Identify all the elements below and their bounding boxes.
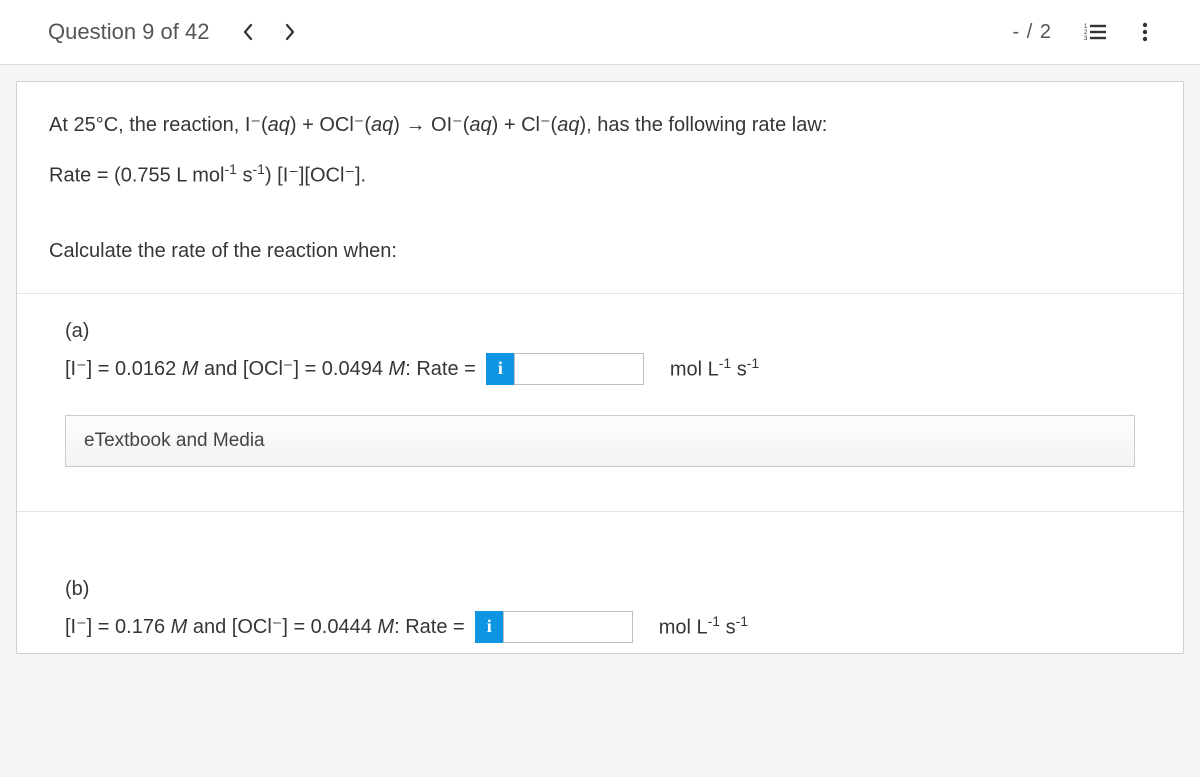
more-vertical-icon	[1142, 22, 1148, 42]
question-title: Question 9 of 42	[48, 19, 209, 45]
score-display: - / 2	[1013, 21, 1052, 44]
list-icon: 1 2 3	[1084, 22, 1106, 42]
question-card: At 25°C, the reaction, I⁻(aq) + OCl⁻(aq)…	[16, 81, 1184, 654]
header-right: - / 2 1 2 3	[1013, 18, 1152, 46]
part-b-unit: mol L-1 s-1	[659, 613, 748, 640]
chevron-right-icon	[283, 23, 297, 41]
part-b: (b) [I⁻] = 0.176 M and [OCl⁻] = 0.0444 M…	[49, 552, 1151, 653]
rate-law: Rate = (0.755 L mol-1 s-1) [I⁻][OCl⁻].	[49, 159, 1151, 192]
info-icon[interactable]: i	[486, 353, 514, 385]
part-a-answer-input[interactable]	[514, 353, 644, 385]
content-area: At 25°C, the reaction, I⁻(aq) + OCl⁻(aq)…	[0, 65, 1200, 670]
next-question-button[interactable]	[279, 19, 301, 45]
info-icon[interactable]: i	[475, 611, 503, 643]
nav-arrows	[237, 19, 301, 45]
calculate-prompt: Calculate the rate of the reaction when:	[49, 240, 1151, 263]
chevron-left-icon	[241, 23, 255, 41]
reaction-description: At 25°C, the reaction, I⁻(aq) + OCl⁻(aq)…	[49, 110, 1151, 141]
svg-text:3: 3	[1084, 36, 1088, 42]
more-options-button[interactable]	[1138, 18, 1152, 46]
question-header: Question 9 of 42 - / 2 1 2 3	[0, 0, 1200, 65]
divider	[17, 511, 1183, 512]
part-a-label: (a)	[65, 320, 1135, 343]
header-left: Question 9 of 42	[48, 19, 301, 45]
part-b-row: [I⁻] = 0.176 M and [OCl⁻] = 0.0444 M: Ra…	[65, 611, 1135, 643]
prev-question-button[interactable]	[237, 19, 259, 45]
part-b-label: (b)	[65, 578, 1135, 601]
question-list-button[interactable]: 1 2 3	[1080, 18, 1110, 46]
part-a-text: [I⁻] = 0.0162 M and [OCl⁻] = 0.0494 M: R…	[65, 356, 476, 381]
part-b-text: [I⁻] = 0.176 M and [OCl⁻] = 0.0444 M: Ra…	[65, 614, 465, 639]
part-a: (a) [I⁻] = 0.0162 M and [OCl⁻] = 0.0494 …	[49, 294, 1151, 552]
part-a-row: [I⁻] = 0.0162 M and [OCl⁻] = 0.0494 M: R…	[65, 353, 1135, 385]
part-b-answer-input[interactable]	[503, 611, 633, 643]
etextbook-media-button[interactable]: eTextbook and Media	[65, 415, 1135, 467]
part-a-unit: mol L-1 s-1	[670, 355, 759, 382]
